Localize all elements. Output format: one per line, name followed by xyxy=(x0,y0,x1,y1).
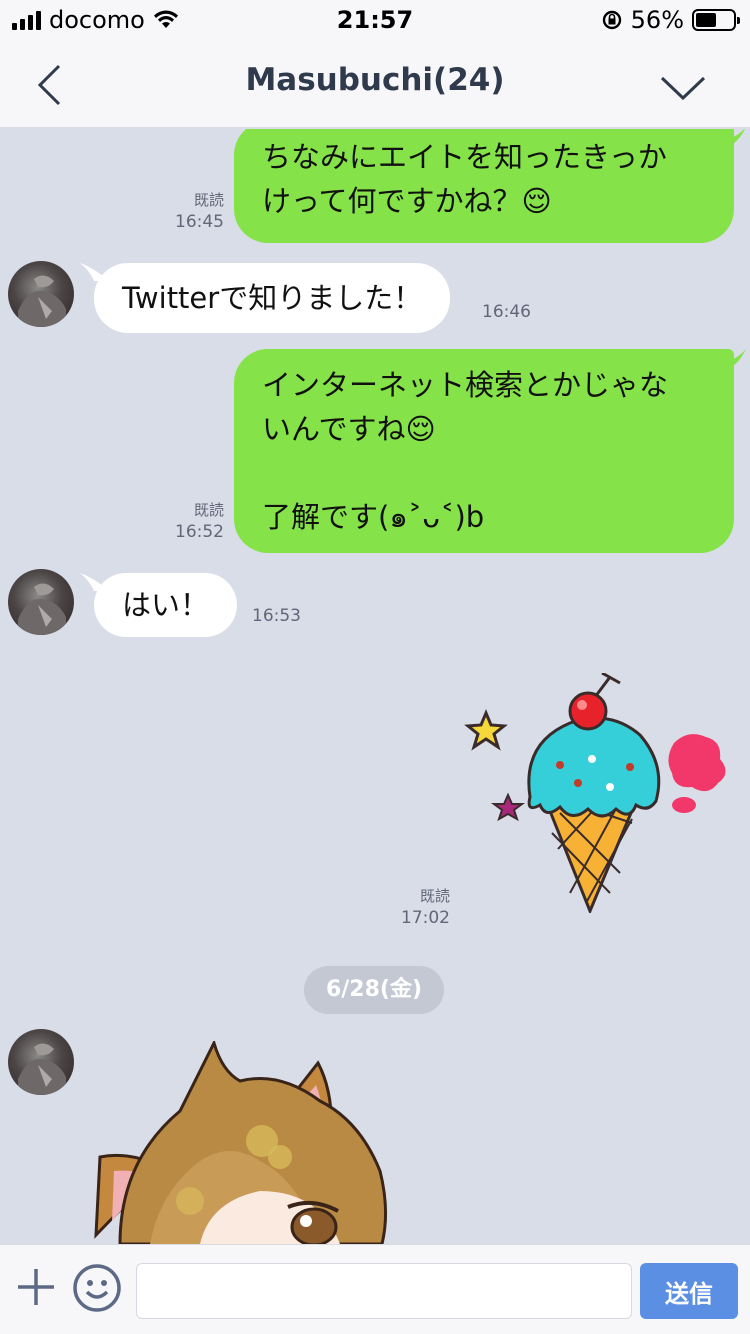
avatar-image xyxy=(18,275,66,327)
plus-icon xyxy=(18,1269,54,1305)
date-separator: 6/28(金) xyxy=(304,966,444,1014)
read-receipt: 既読 xyxy=(193,501,224,519)
bubble-tail xyxy=(716,349,746,365)
status-bar: docomo 21:57 56% xyxy=(0,0,750,40)
chat-title: Masubuchi(24) xyxy=(245,62,505,98)
ice-cream-sticker[interactable] xyxy=(460,673,746,913)
avatar[interactable] xyxy=(8,1029,74,1095)
incoming-message[interactable]: Twitterで知りました！ xyxy=(94,263,451,333)
outgoing-message[interactable]: ちなみにエイトを知ったきっか けって何ですかね？😌 xyxy=(234,129,734,243)
message-input[interactable] xyxy=(136,1263,632,1319)
read-receipt: 既読 xyxy=(193,191,224,209)
message-line: ちなみにエイトを知ったきっか xyxy=(262,140,667,174)
message-line: 了解です(๑˃ᴗ˂)b xyxy=(262,500,485,534)
battery-icon xyxy=(692,9,740,31)
chat-area[interactable]: ちなみにエイトを知ったきっか けって何ですかね？😌 既読 16:45 Twitt… xyxy=(0,129,750,1244)
message-meta: 16:46 xyxy=(482,301,531,323)
star-icon xyxy=(491,792,525,822)
emoji-button[interactable] xyxy=(72,1263,122,1313)
message-time: 16:46 xyxy=(482,302,531,322)
avatar-image xyxy=(18,1043,66,1095)
chevron-down-icon xyxy=(660,76,706,101)
incoming-message[interactable]: はい！ xyxy=(94,573,238,637)
message-meta: 16:53 xyxy=(252,605,301,627)
orientation-lock-icon xyxy=(602,10,621,30)
bubble-tail xyxy=(716,129,745,143)
battery-percent: 56% xyxy=(630,6,684,34)
message-line: いんですね😌 xyxy=(262,412,436,446)
message-time: 16:53 xyxy=(252,606,301,626)
star-icon xyxy=(464,709,508,751)
add-attachment-button[interactable] xyxy=(14,1265,58,1309)
message-line: インターネット検索とかじゃな xyxy=(262,368,669,402)
message-meta: 既読 16:52 xyxy=(160,499,224,543)
message-line: はい！ xyxy=(122,588,210,622)
message-time: 16:45 xyxy=(175,212,224,232)
smiley-icon xyxy=(73,1264,121,1312)
send-button[interactable]: 送信 xyxy=(640,1263,738,1319)
message-line: けって何ですかね？😌 xyxy=(262,184,552,218)
status-right: 56% xyxy=(601,6,740,34)
message-line xyxy=(262,451,706,495)
cat-boy-sticker[interactable] xyxy=(90,1041,450,1244)
avatar[interactable] xyxy=(8,261,74,327)
avatar-image xyxy=(18,583,66,635)
message-time: 16:52 xyxy=(175,522,224,542)
message-time: 17:02 xyxy=(401,908,450,928)
message-meta: 既読 17:02 xyxy=(386,885,450,929)
avatar[interactable] xyxy=(8,569,74,635)
read-receipt: 既読 xyxy=(419,887,450,905)
chat-header: Masubuchi(24) xyxy=(0,40,750,128)
header-menu-button[interactable] xyxy=(658,70,708,104)
message-line: Twitterで知りました！ xyxy=(122,281,423,315)
message-meta: 既読 16:45 xyxy=(160,189,224,233)
outgoing-message[interactable]: インターネット検索とかじゃな いんですね😌 了解です(๑˃ᴗ˂)b xyxy=(234,349,734,553)
message-input-bar: 送信 xyxy=(0,1244,750,1334)
